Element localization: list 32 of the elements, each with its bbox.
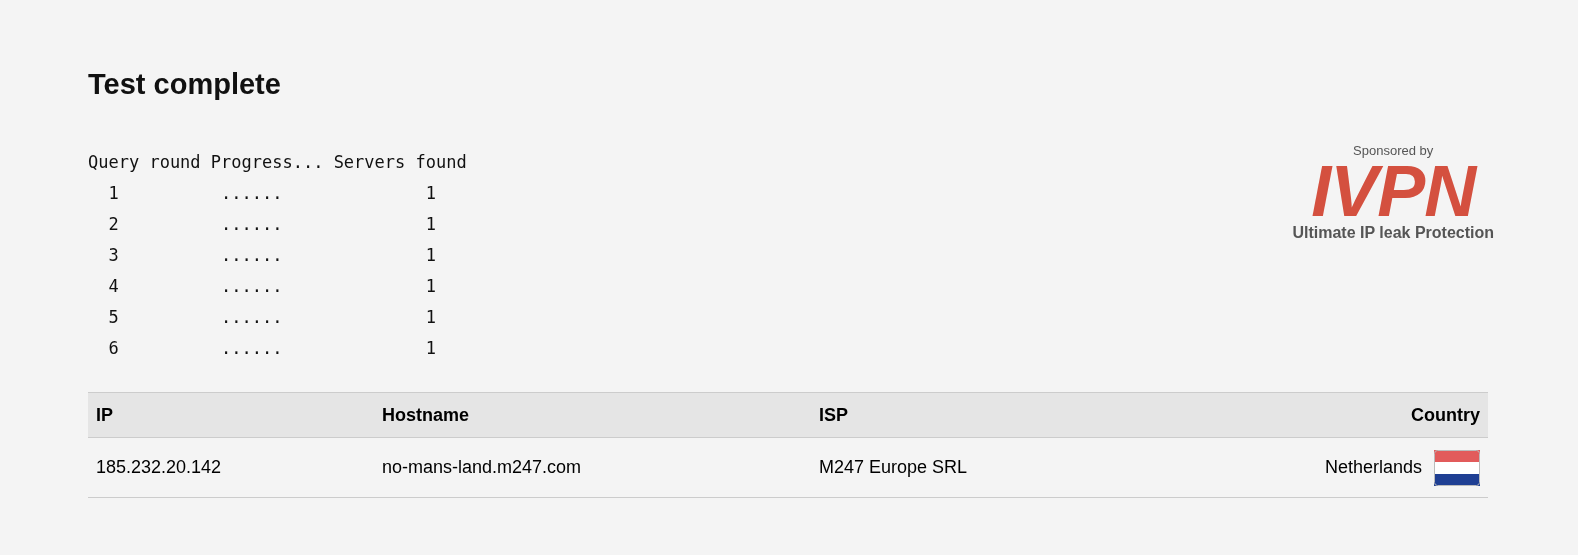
column-header: IP [88,392,374,438]
flag-icon [1434,449,1480,486]
table-cell: no-mans-land.m247.com [374,437,811,498]
round-number: 5 [107,306,120,329]
table-cell: Netherlands [1324,457,1422,478]
table-cell: 185.232.20.142 [88,437,374,498]
column-header: ISP [811,392,1143,438]
sponsor-label: Sponsored by [1353,143,1434,158]
servers-count: 1 [425,306,437,329]
round-number: 2 [107,213,120,236]
servers-count: 1 [425,182,437,205]
column-header: Hostname [374,392,811,438]
servers-count: 1 [425,275,437,298]
round-number: 3 [107,244,120,267]
progress-dots: ...... [221,275,284,298]
round-number: 4 [107,275,120,298]
round-number: 1 [107,182,120,205]
progress-dots: ...... [221,306,284,329]
sponsor-tagline: Ultimate IP leak Protection [1292,224,1494,242]
column-header: Country [1142,392,1488,438]
progress-dots: ...... [221,182,284,205]
servers-count: 1 [425,244,437,267]
query-header: Query round Progress... Servers found [88,151,467,174]
table-cell: M247 Europe SRL [811,437,1143,498]
page-title: Test complete [88,68,282,101]
progress-dots: ...... [221,337,284,360]
progress-dots: ...... [221,213,284,236]
servers-count: 1 [425,213,437,236]
round-number: 6 [107,337,120,360]
servers-count: 1 [425,337,437,360]
sponsor-logo: IVPN [1311,158,1476,224]
progress-dots: ...... [221,244,284,267]
